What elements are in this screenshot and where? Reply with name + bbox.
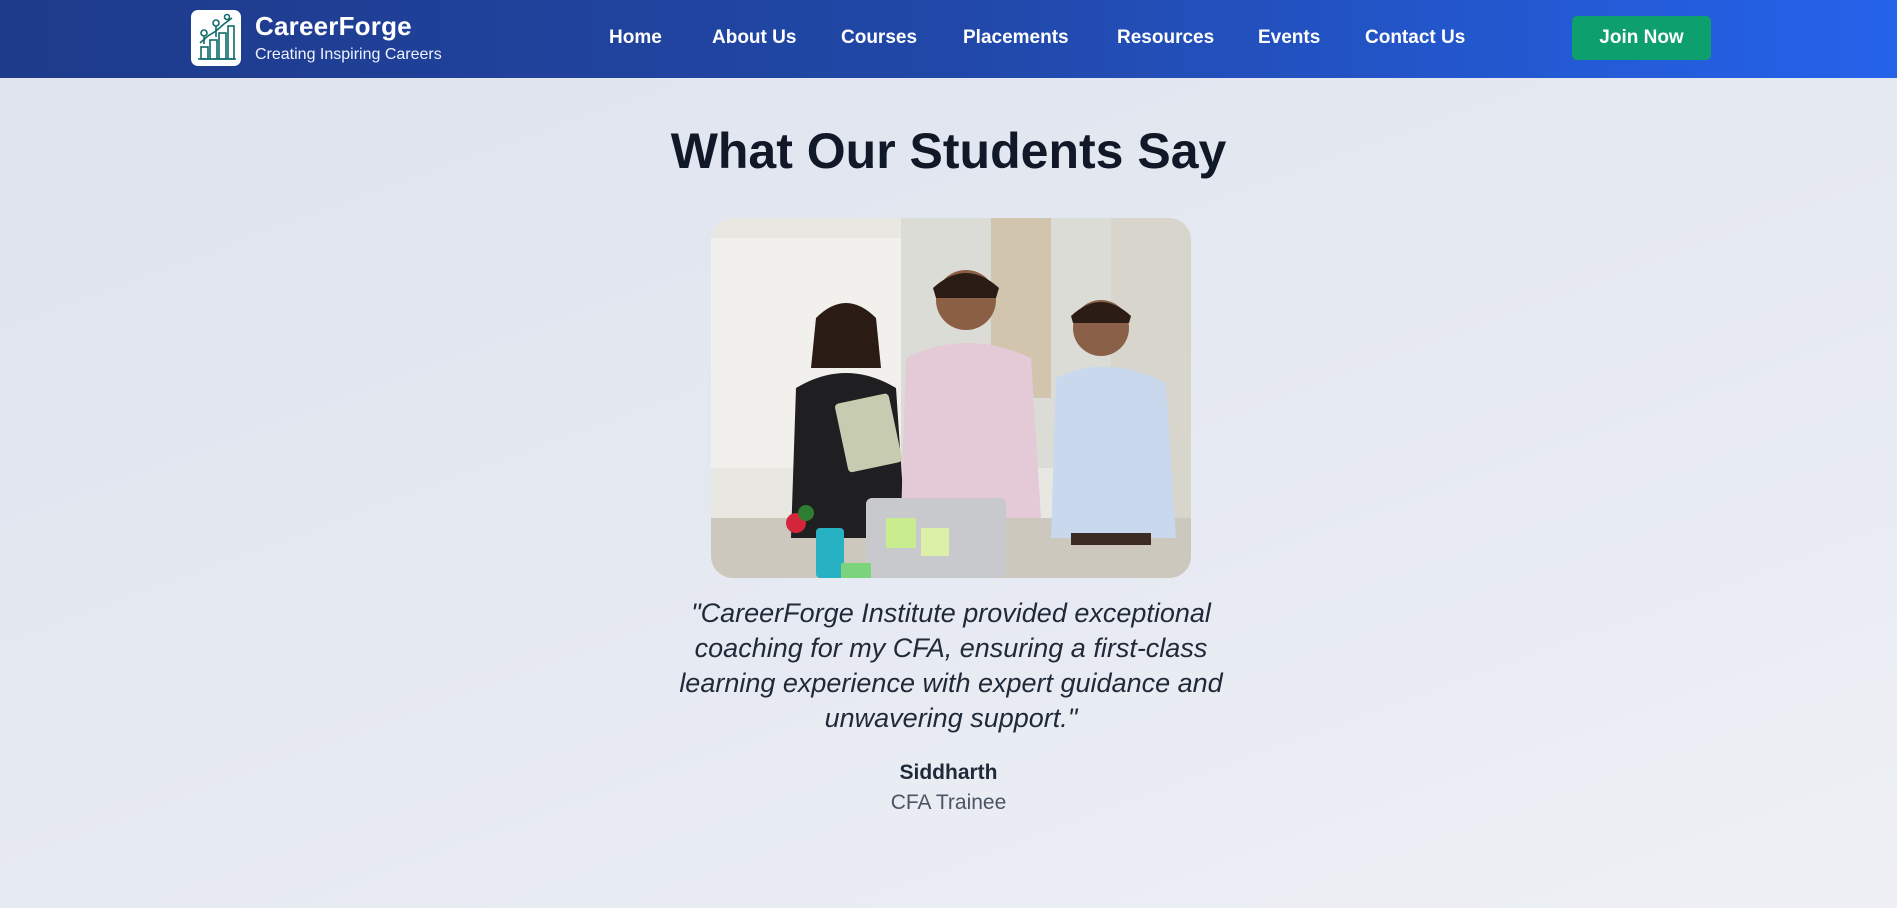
student-name: Siddharth <box>899 761 998 784</box>
nav-contact-us[interactable]: Contact Us <box>1365 27 1465 49</box>
nav-about-us[interactable]: About Us <box>712 27 796 49</box>
navbar: CareerForge Creating Inspiring Careers H… <box>0 0 1897 78</box>
nav-courses[interactable]: Courses <box>841 27 917 49</box>
nav-placements[interactable]: Placements <box>963 27 1069 49</box>
join-now-button[interactable]: Join Now <box>1572 16 1711 60</box>
testimonial-photo <box>711 218 1191 578</box>
section-title: What Our Students Say <box>670 123 1227 179</box>
students-group-photo <box>711 218 1191 578</box>
nav-home[interactable]: Home <box>609 27 662 49</box>
student-role: CFA Trainee <box>890 791 1007 814</box>
nav-resources[interactable]: Resources <box>1117 27 1214 49</box>
nav-events[interactable]: Events <box>1258 27 1320 49</box>
testimonial-quote: "CareerForge Institute provided exceptio… <box>679 598 1223 733</box>
